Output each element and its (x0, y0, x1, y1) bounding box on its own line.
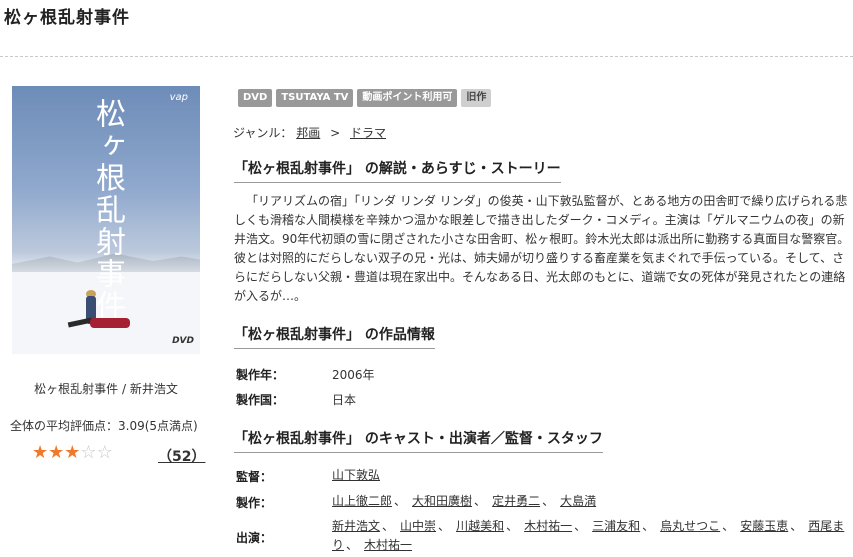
tag-badge: TSUTAYA TV (276, 89, 354, 107)
page-title: 松ヶ根乱射事件 (4, 8, 130, 28)
producer-link[interactable]: 山上徹二郎 (332, 494, 392, 508)
jacket-caption: 松ヶ根乱射事件 / 新井浩文 (34, 382, 178, 396)
actor-list: 新井浩文、山中崇、川越美和、木村祐一、三浦友和、烏丸せつこ、安藤玉恵、西尾まり、… (332, 517, 850, 555)
genre-label: ジャンル： (233, 126, 293, 140)
synopsis-heading: 「松ヶ根乱射事件」 の解説・あらすじ・ストーリー (234, 158, 561, 183)
cast-heading: 「松ヶ根乱射事件」 のキャスト・出演者／監督・スタッフ (234, 428, 603, 453)
star-filled-icon: ★ (32, 442, 49, 463)
actor-link[interactable]: 新井浩文 (332, 519, 380, 533)
list-separator: 、 (722, 519, 735, 533)
rating-stars: ★★★☆☆ (32, 442, 113, 463)
list-separator: 、 (394, 494, 407, 508)
tag-badge: DVD (238, 89, 273, 107)
list-separator: 、 (438, 519, 451, 533)
genre-link-hougaku[interactable]: 邦画 (296, 126, 320, 140)
director-label: 監督： (236, 470, 273, 484)
list-separator: 、 (506, 519, 519, 533)
star-empty-icon: ☆ (80, 442, 97, 463)
actor-label: 出演： (236, 531, 273, 545)
producer-link[interactable]: 大島満 (560, 494, 596, 508)
producer-list: 山上徹二郎、大和田廣樹、定井勇二、大島満 (332, 492, 850, 511)
dvd-jacket-image[interactable]: 松ヶ根乱射事件 vap DVD (12, 86, 200, 354)
star-empty-icon: ☆ (96, 442, 113, 463)
producer-label: 製作： (236, 496, 273, 510)
genre-link-drama[interactable]: ドラマ (350, 126, 386, 140)
actor-link[interactable]: 安藤玉恵 (740, 519, 788, 533)
jacket-title: 松ヶ根乱射事件 (90, 98, 125, 322)
availability-tags: DVD TSUTAYA TV 動画ポイント利用可 旧作 (238, 89, 492, 107)
jacket-logo: vap (169, 92, 188, 103)
actor-link[interactable]: 烏丸せつこ (660, 519, 720, 533)
director-list: 山下敦弘 (332, 466, 850, 485)
producer-link[interactable]: 定井勇二 (492, 494, 540, 508)
actor-link[interactable]: 三浦友和 (592, 519, 640, 533)
producer-link[interactable]: 大和田廣樹 (412, 494, 472, 508)
actor-link[interactable]: 山中崇 (400, 519, 436, 533)
title-divider (0, 56, 853, 57)
tag-badge: 旧作 (461, 89, 492, 107)
genre-breadcrumb: ジャンル： 邦画 > ドラマ (233, 124, 386, 141)
star-filled-icon: ★ (48, 442, 65, 463)
production-country-label: 製作国： (236, 393, 285, 407)
list-separator: 、 (542, 494, 555, 508)
list-separator: 、 (790, 519, 803, 533)
production-year-value: 2006年 (332, 368, 375, 382)
director-link[interactable]: 山下敦弘 (332, 468, 380, 482)
average-rating-text: 全体の平均評価点：3.09(5点満点) (10, 419, 198, 433)
jacket-figure (90, 318, 130, 328)
synopsis-text: 「リアリズムの宿」「リンダ リンダ リンダ」の俊英・山下敦弘監督が、とある地方の… (234, 194, 850, 303)
tag-badge: 動画ポイント利用可 (357, 89, 458, 107)
review-count-link[interactable]: （52） (158, 446, 205, 466)
list-separator: 、 (574, 519, 587, 533)
actor-link[interactable]: 木村祐一 (524, 519, 572, 533)
genre-separator: > (330, 126, 341, 140)
jacket-dvd-mark: DVD (172, 336, 194, 346)
actor-link[interactable]: 川越美和 (456, 519, 504, 533)
list-separator: 、 (642, 519, 655, 533)
work-info-heading: 「松ヶ根乱射事件」 の作品情報 (234, 324, 435, 349)
list-separator: 、 (346, 538, 359, 552)
production-country-value: 日本 (332, 393, 357, 407)
actor-link[interactable]: 木村祐一 (364, 538, 412, 552)
production-year-label: 製作年： (236, 368, 285, 382)
list-separator: 、 (474, 494, 487, 508)
star-filled-icon: ★ (64, 442, 81, 463)
list-separator: 、 (382, 519, 395, 533)
